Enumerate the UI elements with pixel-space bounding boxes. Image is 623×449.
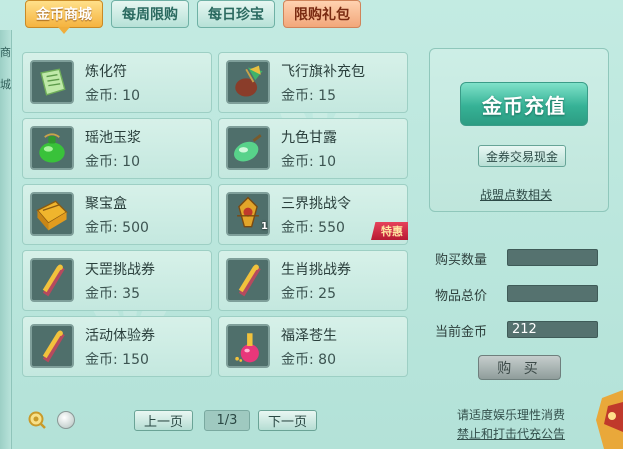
left-edge-char: 城 <box>0 78 11 91</box>
scroll-icon <box>30 324 74 368</box>
special-offer-badge: 特惠 <box>371 222 408 240</box>
shop-item-fuze-cangsheng[interactable]: 福泽苍生 金币: 80 <box>218 316 408 377</box>
scroll-icon <box>30 258 74 302</box>
gold-recharge-button[interactable]: 金币充值 <box>460 82 588 126</box>
prev-page-button[interactable]: 上一页 <box>134 410 194 431</box>
shop-item-shengxiao-quan[interactable]: 生肖挑战券 金币: 25 <box>218 250 408 311</box>
shop-item-huodong-tiyan-quan[interactable]: 活动体验券 金币: 150 <box>22 316 212 377</box>
jade-gourd-icon <box>30 126 74 170</box>
item-price: 金币: 550 <box>281 220 345 236</box>
current-gold-field: 212 <box>507 321 598 338</box>
item-name: 飞行旗补充包 <box>281 64 365 80</box>
moderate-spending-notice: 请适度娱乐理性消费 <box>457 408 566 422</box>
item-name: 天罡挑战券 <box>85 262 155 278</box>
quantity-label: 购买数量 <box>435 253 488 268</box>
magnifier-icon[interactable] <box>27 410 47 430</box>
flag-pouch-icon <box>226 60 270 104</box>
radio-dot-icon[interactable] <box>57 411 75 429</box>
recharge-panel: 金币充值 金券交易现金 战盟点数相关 <box>429 48 609 212</box>
scroll-icon <box>226 258 270 302</box>
item-name: 活动体验券 <box>85 328 155 344</box>
shop-item-jubao-he[interactable]: 聚宝盒 金币: 500 <box>22 184 212 245</box>
item-name: 炼化符 <box>85 64 127 80</box>
potion-bottle-icon <box>226 324 270 368</box>
item-name: 九色甘露 <box>281 130 337 146</box>
coupon-exchange-button[interactable]: 金券交易现金 <box>478 145 566 167</box>
shop-item-yaochi-yujiang[interactable]: 瑶池玉浆 金币: 10 <box>22 118 212 179</box>
shop-window: 商 城 金币商城 每周限购 每日珍宝 限购礼包 炼化符 金币: 10 飞行旗补充… <box>0 0 623 449</box>
tab-daily-treasure[interactable]: 每日珍宝 <box>197 0 275 28</box>
shop-item-jiuse-ganlu[interactable]: 九色甘露 金币: 10 <box>218 118 408 179</box>
item-grid: 炼化符 金币: 10 飞行旗补充包 金币: 15 瑶池玉浆 金币: 10 九色甘… <box>22 52 411 380</box>
item-name: 聚宝盒 <box>85 196 127 212</box>
item-price: 金币: 80 <box>281 352 336 368</box>
item-price: 金币: 35 <box>85 286 140 302</box>
item-price: 金币: 10 <box>85 154 140 170</box>
item-price: 金币: 150 <box>85 352 149 368</box>
dew-gourd-icon <box>226 126 270 170</box>
shop-item-sanjie-tiaozhanling[interactable]: 1 三界挑战令 金币: 550 特惠 <box>218 184 408 245</box>
item-price: 金币: 10 <box>85 88 140 104</box>
corner-character-icon <box>596 390 623 449</box>
left-edge-strip: 商 城 <box>0 30 12 449</box>
item-quantity: 1 <box>261 221 268 232</box>
tab-weekly-limited[interactable]: 每周限购 <box>111 0 189 28</box>
buy-button[interactable]: 购 买 <box>478 355 561 380</box>
item-price: 金币: 25 <box>281 286 336 302</box>
shop-item-tiangang-quan[interactable]: 天罡挑战券 金币: 35 <box>22 250 212 311</box>
item-name: 生肖挑战券 <box>281 262 351 278</box>
item-name: 瑶池玉浆 <box>85 130 141 146</box>
item-price: 金币: 15 <box>281 88 336 104</box>
talisman-icon <box>30 60 74 104</box>
shop-item-lianhua-fu[interactable]: 炼化符 金币: 10 <box>22 52 212 113</box>
item-name: 三界挑战令 <box>281 196 351 212</box>
item-price: 金币: 500 <box>85 220 149 236</box>
left-edge-char: 商 <box>0 46 11 59</box>
next-page-button[interactable]: 下一页 <box>258 410 318 431</box>
current-gold-label: 当前金币 <box>435 325 488 340</box>
page-indicator: 1/3 <box>204 410 250 431</box>
tab-gold-shop[interactable]: 金币商城 <box>25 0 103 34</box>
tab-bar: 金币商城 每周限购 每日珍宝 限购礼包 <box>25 0 361 34</box>
item-name: 福泽苍生 <box>281 328 337 344</box>
treasure-box-icon <box>30 192 74 236</box>
anti-proxy-recharge-link[interactable]: 禁止和打击代充公告 <box>457 425 565 442</box>
alliance-points-link[interactable]: 战盟点数相关 <box>480 186 552 203</box>
shop-item-flag-refill[interactable]: 飞行旗补充包 金币: 15 <box>218 52 408 113</box>
item-price: 金币: 10 <box>281 154 336 170</box>
quantity-input[interactable] <box>507 249 598 266</box>
total-price-label: 物品总价 <box>435 289 488 304</box>
tab-limited-gift-pack[interactable]: 限购礼包 <box>283 0 361 28</box>
total-price-field <box>507 285 598 302</box>
